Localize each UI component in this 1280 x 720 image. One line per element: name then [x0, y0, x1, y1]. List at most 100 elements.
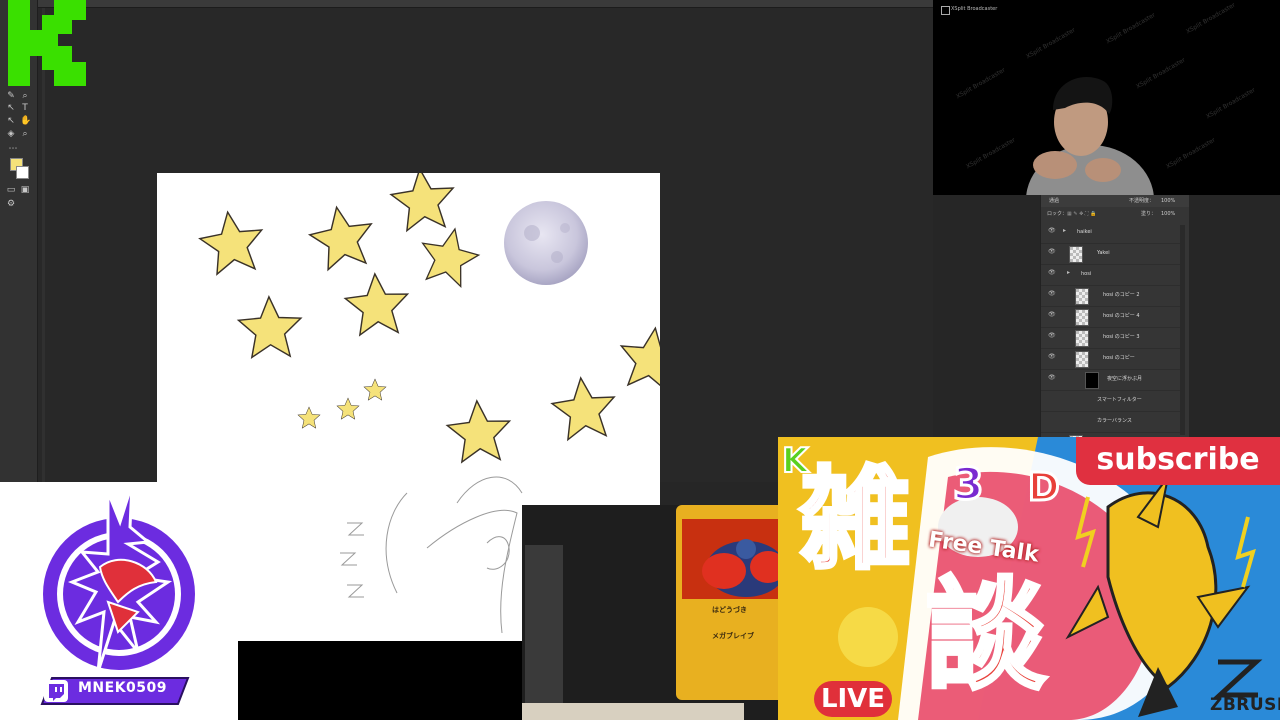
type-tool-icon[interactable]: T [20, 104, 30, 113]
watermark: XSplit Broadcaster [1104, 11, 1157, 46]
star-icon [615, 323, 660, 393]
webcam-title: XSplit Broadcaster [951, 6, 998, 12]
layer-row[interactable]: 👁 ▸ hosi [1041, 264, 1181, 286]
live-badge: LIVE [814, 681, 892, 717]
layer-thumbnail [1075, 330, 1089, 347]
fill-label: 塗り： [1141, 211, 1157, 217]
layers-header: 通過 不透明度： 100% [1041, 195, 1189, 207]
zoom-tool-icon[interactable]: ⌕ [20, 92, 30, 101]
visibility-eye-icon[interactable]: 👁 [1048, 228, 1056, 234]
dragon-emblem-logo [43, 483, 195, 672]
layer-name: hosi のコピー [1103, 355, 1135, 361]
star-icon [414, 222, 484, 290]
layer-thumbnail [1075, 288, 1089, 305]
star-icon [237, 295, 303, 359]
star-icon [444, 397, 513, 464]
pen-tool-icon[interactable]: ↖ [6, 104, 16, 113]
layers-panel: 通過 不透明度： 100% ロック： ▦ ✎ ✥ ⛶ 🔒 塗り： 100% 👁 ▸… [1040, 195, 1189, 475]
watermark: XSplit Broadcaster [1184, 1, 1237, 36]
watermark: XSplit Broadcaster [1204, 86, 1257, 121]
layers-scrollbar[interactable] [1180, 225, 1185, 435]
layer-thumbnail [1085, 372, 1099, 389]
more-tools-icon[interactable]: ⋯ [8, 145, 18, 154]
banner-d: D [1027, 464, 1062, 511]
layer-row[interactable]: 👁 hosi のコピー 2 [1041, 285, 1181, 307]
layer-row[interactable]: 👁 hosi のコピー 3 [1041, 327, 1181, 349]
opacity-label: 不透明度： [1129, 198, 1155, 204]
attack-1-name: はどうづき [712, 606, 747, 614]
layer-row[interactable]: 👁 夜空に浮かぶ月 [1041, 369, 1181, 391]
stream-k-logo [8, 0, 86, 86]
table-surface [522, 703, 744, 720]
layer-name: 夜空に浮かぶ月 [1107, 376, 1143, 382]
visibility-eye-icon[interactable]: 👁 [1048, 249, 1056, 255]
streamer-silhouette [1026, 77, 1154, 195]
layer-row[interactable]: 👁 Yakei [1041, 243, 1181, 265]
banner-3: 3 [952, 458, 986, 512]
layer-row[interactable]: カラーバランス [1041, 411, 1181, 433]
layer-row[interactable]: 👁 hosi のコピー [1041, 348, 1181, 370]
brush-tool-icon[interactable]: ✎ [6, 92, 16, 101]
banner-zatsu-kanji: 雑 [798, 456, 912, 584]
eraser-tool-icon[interactable]: ◈ [6, 130, 16, 139]
star-icon [297, 406, 321, 429]
star-cluster [196, 173, 660, 464]
star-icon [387, 173, 458, 233]
black-panel [238, 641, 522, 720]
visibility-eye-icon[interactable]: 👁 [1048, 270, 1056, 276]
layer-name: hosi のコピー 3 [1103, 334, 1140, 340]
star-icon [196, 207, 268, 277]
lock-icons[interactable]: ▦ ✎ ✥ ⛶ 🔒 [1067, 208, 1096, 220]
layer-thumbnail [1075, 309, 1089, 326]
quick-mask-icon[interactable]: ▭ [6, 186, 16, 195]
star-icon [548, 373, 619, 442]
hand-tool-icon[interactable]: ✋ [20, 117, 31, 126]
visibility-eye-icon[interactable]: 👁 [1048, 333, 1056, 339]
watermark: XSplit Broadcaster [964, 136, 1017, 171]
path-select-icon[interactable]: ↖ [6, 117, 16, 126]
opacity-value[interactable]: 100% [1161, 195, 1175, 207]
visibility-eye-icon[interactable]: 👁 [1048, 312, 1056, 318]
pencil-sketch [340, 476, 523, 634]
layer-thumbnail [1069, 246, 1083, 263]
watermark: XSplit Broadcaster [1164, 136, 1217, 171]
visibility-eye-icon[interactable]: 👁 [1048, 291, 1056, 297]
layer-name: スマートフィルター [1097, 397, 1142, 403]
photoshop-top-bar [0, 0, 933, 8]
banner-dan-kanji: 談 [924, 567, 1048, 706]
blend-mode-select[interactable]: 通過 [1049, 195, 1059, 207]
layer-row[interactable]: 👁 hosi のコピー 4 [1041, 306, 1181, 328]
visibility-eye-icon[interactable]: 👁 [1048, 354, 1056, 360]
layer-row[interactable]: スマートフィルター [1041, 390, 1181, 412]
subscribe-button[interactable]: subscribe [1076, 437, 1280, 485]
magnifier-icon[interactable]: ⌕ [20, 130, 30, 139]
layer-name: hosi のコピー 4 [1103, 313, 1140, 319]
layer-name: Yakei [1097, 250, 1110, 256]
twitch-username: MNEK0509 [78, 680, 168, 696]
layer-name: hosi [1081, 271, 1092, 277]
fill-value[interactable]: 100% [1161, 208, 1175, 220]
visibility-eye-icon[interactable]: 👁 [1048, 375, 1056, 381]
screen-mode-icon[interactable]: ▣ [20, 186, 30, 195]
layer-name: hosi のコピー 2 [1103, 292, 1140, 298]
folder-icon[interactable]: ▸ [1063, 228, 1071, 234]
star-icon [342, 270, 411, 337]
lock-label: ロック： [1047, 211, 1068, 217]
star-icon [336, 397, 360, 420]
watermark: XSplit Broadcaster [1024, 26, 1077, 61]
background-color-swatch[interactable] [16, 166, 29, 179]
webcam-feed: XSplit Broadcaster XSplit Broadcaster XS… [933, 0, 1280, 195]
attack-2-name: メガブレイブ [712, 632, 754, 640]
stream-thumbnail-banner: K subscribe 3 D 雑 Free Talk 談 LIVE ZBRUS… [778, 437, 1280, 720]
xsplit-logo-icon [941, 6, 950, 15]
folder-icon[interactable]: ▸ [1067, 270, 1075, 276]
lock-row: ロック： ▦ ✎ ✥ ⛶ 🔒 塗り： 100% [1041, 208, 1189, 220]
layer-row[interactable]: 👁 ▸ haikei [1041, 222, 1181, 244]
watermark: XSplit Broadcaster [954, 66, 1007, 101]
star-icon [305, 201, 379, 273]
layer-name: haikei [1077, 229, 1092, 235]
extra-tool-icon[interactable]: ⚙ [6, 200, 16, 209]
layer-thumbnail [1075, 351, 1089, 368]
zbrush-label: ZBRUSH [1210, 695, 1280, 715]
star-icon [363, 378, 387, 401]
